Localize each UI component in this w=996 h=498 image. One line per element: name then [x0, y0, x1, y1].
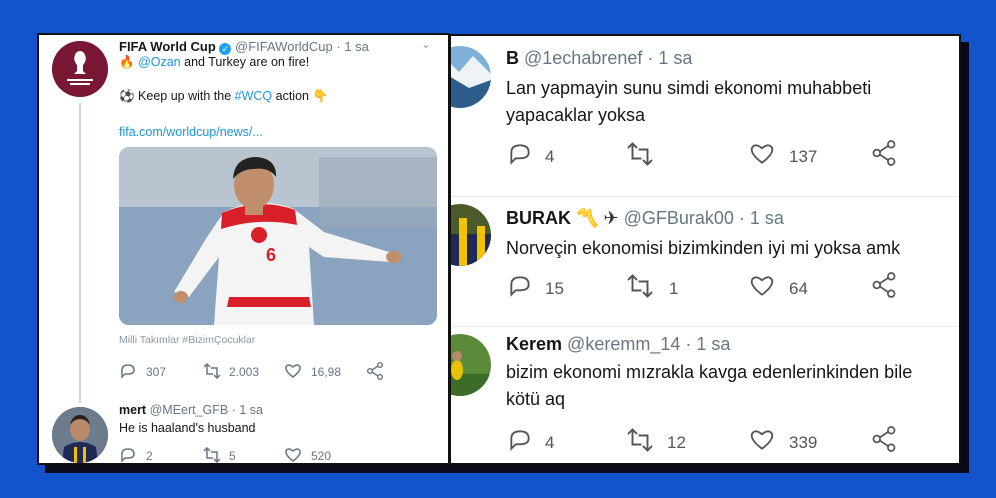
heart-icon [750, 144, 774, 164]
share-icon[interactable] [871, 140, 897, 166]
tweet-2-author-name[interactable]: BURAK [506, 208, 571, 228]
tweet-text-3: action 👇 [272, 89, 329, 103]
tweet-2-retweet-count: 1 [669, 279, 679, 298]
fifa-tweet-panel: FIFA World Cup ✓ @FIFAWorldCup · 1 sa ⌄ … [37, 33, 450, 465]
tweet-1-line-2: yapacaklar yoksa [506, 105, 646, 125]
tweet-3-line-1: bizim ekonomi mızrakla kavga edenlerinki… [506, 362, 913, 382]
heart-icon [285, 364, 301, 378]
tweet-header: FIFA World Cup ✓ @FIFAWorldCup · 1 sa [119, 39, 369, 55]
tweet-line-2: ⚽ Keep up with the #WCQ action 👇 [119, 89, 328, 104]
thread-line [79, 103, 81, 403]
tweet-1-text: Lan yapmayin sunu simdi ekonomi muhabbet… [506, 75, 871, 129]
reply-tweet-1: B @1echabrenef · 1 sa Lan yapmayin sunu … [451, 36, 959, 196]
reply-icon [510, 276, 530, 297]
tweet-2-header: BURAK 〽️ ✈ @GFBurak00 · 1 sa [506, 208, 784, 229]
world-cup-trophy-icon [52, 41, 108, 97]
tweet-2-like-count: 64 [789, 279, 808, 298]
tweet-3-reply-count: 4 [545, 433, 555, 452]
kerem-avatar[interactable] [451, 334, 491, 396]
retweet-icon [627, 142, 653, 166]
part-alternation-mark-icon: 〽️ [576, 208, 599, 228]
reply-icon [121, 364, 135, 379]
reply-icon [121, 448, 135, 463]
tweet-3-text: bizim ekonomi mızrakla kavga edenlerinki… [506, 359, 912, 413]
tweet-3-like-count: 339 [789, 433, 818, 452]
tweet-3-author-name[interactable]: Kerem [506, 334, 562, 354]
reply-text: He is haaland's husband [119, 421, 256, 435]
tweet-2-line-1: Norveçin ekonomisi bizimkinden iyi mi yo… [506, 238, 901, 258]
tweet-1-like-count: 137 [789, 147, 818, 166]
heart-icon [750, 276, 774, 296]
news-link[interactable]: fifa.com/worldcup/news/... [119, 125, 263, 139]
reply-author-name[interactable]: mert [119, 403, 146, 417]
replies-panel: B @1echabrenef · 1 sa Lan yapmayin sunu … [449, 34, 961, 465]
share-icon[interactable] [871, 272, 897, 298]
tweet-2-text: Norveçin ekonomisi bizimkinden iyi mi yo… [506, 235, 900, 262]
tweet-1-reply-count: 4 [545, 147, 555, 166]
hashtag-link[interactable]: #WCQ [235, 89, 273, 103]
tweet-3-header: Kerem @keremm_14 · 1 sa [506, 334, 730, 355]
retweet-icon [203, 363, 221, 379]
tweet-3-time[interactable]: · 1 sa [685, 334, 730, 354]
tweet-1-time[interactable]: · 1 sa [647, 48, 692, 68]
fifa-avatar[interactable] [52, 41, 108, 97]
like-count: 16,98 [311, 365, 342, 379]
tweet-3-line-2: kötü aq [506, 389, 566, 409]
airplane-icon: ✈ [603, 208, 619, 228]
tweet-text-1: and Turkey are on fire! [180, 55, 310, 69]
retweet-icon [203, 447, 221, 463]
mert-avatar[interactable] [52, 407, 108, 463]
tweet-1-line-1: Lan yapmayin sunu simdi ekonomi muhabbet… [506, 78, 872, 98]
jersey-number: 6 [266, 245, 277, 265]
author-handle[interactable]: @FIFAWorldCup [235, 39, 333, 54]
retweet-icon [627, 274, 653, 298]
chevron-down-icon[interactable]: ⌄ [421, 37, 431, 51]
media-caption: Milli Takımlar #BizimÇocuklar [119, 334, 256, 346]
reply-time[interactable]: · 1 sa [232, 403, 263, 417]
retweet-icon [627, 428, 653, 452]
tweet-media-image[interactable]: 6 [119, 147, 437, 325]
burak-avatar[interactable] [451, 204, 491, 266]
tweet-line-1: 🔥 @Ozan and Turkey are on fire! [119, 55, 309, 70]
author-name[interactable]: FIFA World Cup [119, 39, 216, 54]
reply-icon [510, 144, 530, 165]
tweet-1-author-handle[interactable]: @1echabrenef [524, 48, 642, 68]
share-icon[interactable] [871, 426, 897, 452]
tweet-text-2: Keep up with the [134, 89, 235, 103]
tweet-2-reply-count: 15 [545, 279, 564, 298]
share-icon[interactable] [366, 362, 384, 380]
reply-retweet-count: 5 [229, 449, 236, 463]
tweet-2-time[interactable]: · 1 sa [739, 208, 784, 228]
tweet-3-retweet-count: 12 [667, 433, 686, 452]
reply-like-count: 520 [311, 449, 332, 463]
reply-reply-count: 2 [146, 449, 153, 463]
reply-header: mert @MEert_GFB · 1 sa [119, 403, 263, 417]
reply-tweet-2: BURAK 〽️ ✈ @GFBurak00 · 1 sa Norveçin ek… [451, 196, 959, 326]
tweet-1-author-name[interactable]: B [506, 48, 519, 68]
soccer-ball-emoji: ⚽ [119, 89, 135, 103]
tweet-time[interactable]: · 1 sa [336, 39, 369, 54]
reply-tweet-3: Kerem @keremm_14 · 1 sa bizim ekonomi mı… [451, 326, 959, 463]
mention-link[interactable]: @Ozan [138, 55, 181, 69]
retweet-count: 2.003 [229, 365, 260, 379]
b-avatar[interactable] [451, 46, 491, 108]
heart-icon [750, 430, 774, 450]
fire-emoji: 🔥 [119, 55, 135, 69]
heart-icon [285, 448, 301, 462]
reply-icon [510, 430, 530, 451]
tweet-3-author-handle[interactable]: @keremm_14 [567, 334, 680, 354]
tweet-2-author-handle[interactable]: @GFBurak00 [624, 208, 734, 228]
reply-count: 307 [146, 365, 167, 379]
verified-badge-icon: ✓ [219, 43, 232, 55]
reply-author-handle[interactable]: @MEert_GFB [150, 403, 229, 417]
tweet-1-header: B @1echabrenef · 1 sa [506, 48, 692, 69]
